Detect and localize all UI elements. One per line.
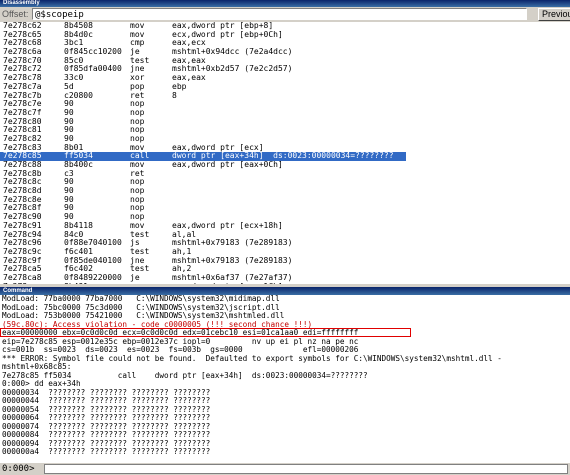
disasm-line[interactable]: 7e278c82 90 nop [0, 134, 570, 144]
command-prompt-bar: 0:000> [0, 463, 570, 475]
disassembly-title: Disassembly [3, 0, 40, 6]
disasm-line[interactable]: 7e278c78 33c0 xor eax,eax [0, 73, 570, 83]
disasm-line[interactable]: 7e278c7f 90 nop [0, 108, 570, 118]
command-title-bar[interactable]: Command [0, 287, 570, 295]
disasm-operands: 8 [172, 90, 177, 100]
previous-button[interactable]: Previous [538, 8, 570, 21]
offset-label: Offset: [2, 9, 29, 19]
disasm-line[interactable]: 7e278c7b c20800 ret 8 [0, 90, 570, 101]
disasm-line[interactable]: 7e278c80 90 nop [0, 117, 570, 127]
offset-bar: Offset: @$scopeip Previous [0, 7, 570, 22]
command-title: Command [3, 288, 33, 294]
disasm-line[interactable]: 7e278c8c 90 nop [0, 178, 570, 187]
offset-input[interactable]: @$scopeip [32, 8, 527, 20]
command-output-line: 000000a4 ???????? ???????? ???????? ????… [2, 447, 211, 456]
disasm-line[interactable]: 7e278c88 8b400c mov eax,dword ptr [eax+0Ch] [0, 160, 570, 170]
disassembly-pane[interactable]: 7e278c62 8b4508 mov eax,dword ptr [ebp+8] 7e… [0, 22, 570, 284]
disasm-line[interactable]: 7e278c8f 90 nop [0, 204, 570, 213]
disasm-line[interactable]: 7e278c65 8b4d0c mov ecx,dword ptr [ebp+0Ch] [0, 30, 570, 40]
disasm-line[interactable]: 7e278c72 0f85dfa00400 jne mshtml+0xb2d57 (7… [0, 65, 570, 74]
command-output[interactable]: ModLoad: 77ba0000 77ba7000 C:\WINDOWS\sy… [0, 295, 570, 463]
disasm-line[interactable]: 7e278c91 8b4118 mov eax,dword ptr [ecx+18h] [0, 221, 570, 231]
disasm-line[interactable]: 7e278c6a 0f845cc10200 je mshtml+0x94dcc (7e… [0, 47, 570, 57]
disassembly-title-bar[interactable]: Disassembly [0, 0, 570, 7]
register-highlight-box [0, 328, 411, 337]
disasm-line[interactable]: 7e278c7e 90 nop [0, 99, 570, 109]
disasm-line[interactable]: 7e278c81 90 nop [0, 126, 570, 135]
disasm-line[interactable]: 7e278c8b c3 ret [0, 169, 570, 179]
disasm-line[interactable]: 7e278c8d 90 nop [0, 186, 570, 196]
disasm-line[interactable]: 7e278c8e 90 nop [0, 195, 570, 205]
command-prompt-label: 0:000> [2, 464, 35, 474]
disasm-operands: eax,dword ptr [eax+0Ch] [172, 160, 283, 169]
command-output-line: *** ERROR: Symbol file could not be foun… [2, 353, 502, 363]
command-input[interactable] [44, 464, 568, 474]
command-output-line: 7e278c85 ff5034 call dword ptr [eax+34h]… [2, 370, 368, 380]
